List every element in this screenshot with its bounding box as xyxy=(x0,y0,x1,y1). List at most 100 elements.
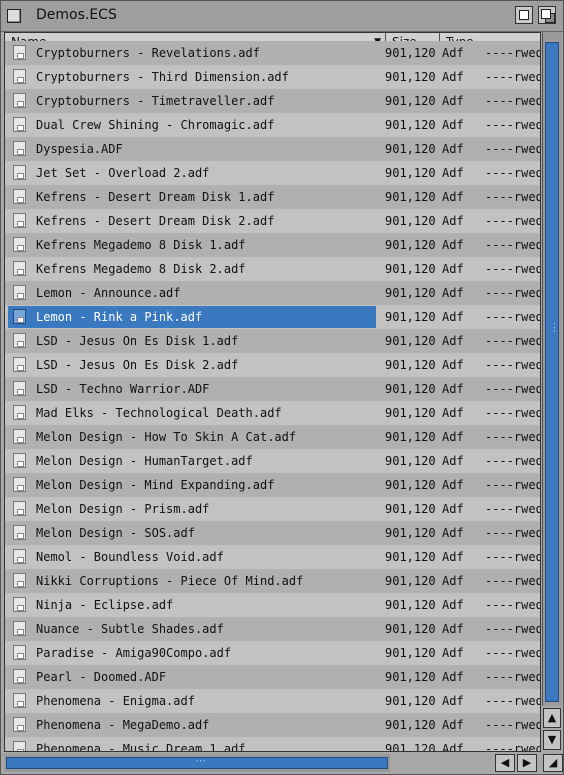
file-name: Dual Crew Shining - Chromagic.adf xyxy=(36,118,275,132)
file-size: 901,120 xyxy=(385,478,436,492)
scroll-up-button[interactable]: ▲ xyxy=(543,708,561,728)
file-protection: ----rwed xyxy=(485,526,541,540)
file-protection: ----rwed xyxy=(485,742,541,752)
file-size: 901,120 xyxy=(385,670,436,684)
file-type: Adf xyxy=(442,430,464,444)
file-size: 901,120 xyxy=(385,46,436,60)
disk-icon xyxy=(13,165,26,180)
file-size: 901,120 xyxy=(385,574,436,588)
file-type: Adf xyxy=(442,118,464,132)
list-item[interactable]: LSD - Techno Warrior.ADF 901,120 Adf ----rw… xyxy=(5,377,540,401)
list-item[interactable]: Dual Crew Shining - Chromagic.adf 901,120… xyxy=(5,113,540,137)
list-item[interactable]: Paradise - Amiga90Compo.adf 901,120 Adf ---… xyxy=(5,641,540,665)
file-size: 901,120 xyxy=(385,694,436,708)
file-type: Adf xyxy=(442,742,464,752)
vertical-scrollbar[interactable] xyxy=(542,32,562,706)
list-item[interactable]: Jet Set - Overload 2.adf 901,120 Adf ----rw… xyxy=(5,161,540,185)
zoom-icon[interactable] xyxy=(515,6,533,24)
resize-gadget[interactable]: ◢ xyxy=(543,754,563,772)
file-list[interactable]: Name ▼ Size Type Cryptoburners - Revelat… xyxy=(4,32,541,752)
file-type: Adf xyxy=(442,358,464,372)
disk-icon xyxy=(13,477,26,492)
file-size: 901,120 xyxy=(385,622,436,636)
list-item[interactable]: LSD - Jesus On Es Disk 2.adf 901,120 Adf --… xyxy=(5,353,540,377)
list-item[interactable]: Ninja - Eclipse.adf 901,120 Adf ----rwed xyxy=(5,593,540,617)
scroll-right-button[interactable]: ▶ xyxy=(517,754,537,772)
disk-icon xyxy=(13,357,26,372)
file-size: 901,120 xyxy=(385,310,436,324)
list-item[interactable]: Lemon - Announce.adf 901,120 Adf ----rwed xyxy=(5,281,540,305)
title-bar[interactable]: Demos.ECS xyxy=(1,1,563,32)
file-size: 901,120 xyxy=(385,334,436,348)
file-name: Nuance - Subtle Shades.adf xyxy=(36,622,224,636)
file-size: 901,120 xyxy=(385,406,436,420)
list-item[interactable]: Lemon - Rink a Pink.adf 901,120 Adf ----rwe… xyxy=(5,305,540,329)
file-name: Ninja - Eclipse.adf xyxy=(36,598,174,612)
file-type: Adf xyxy=(442,454,464,468)
file-size: 901,120 xyxy=(385,742,436,752)
file-protection: ----rwed xyxy=(485,406,541,420)
file-protection: ----rwed xyxy=(485,94,541,108)
list-item[interactable]: Melon Design - Mind Expanding.adf 901,120… xyxy=(5,473,540,497)
list-item[interactable]: Kefrens Megademo 8 Disk 1.adf 901,120 Adf -… xyxy=(5,233,540,257)
file-protection: ----rwed xyxy=(485,142,541,156)
list-item[interactable]: LSD - Jesus On Es Disk 1.adf 901,120 Adf --… xyxy=(5,329,540,353)
list-item[interactable]: Dyspesia.ADF 901,120 Adf ----rwed xyxy=(5,137,540,161)
horizontal-scroll-thumb[interactable] xyxy=(6,754,388,769)
list-item[interactable]: Mad Elks - Technological Death.adf 901,12… xyxy=(5,401,540,425)
file-name: Nemol - Boundless Void.adf xyxy=(36,550,224,564)
depth-icon[interactable] xyxy=(538,6,556,24)
disk-icon xyxy=(13,429,26,444)
file-name: Dyspesia.ADF xyxy=(36,142,123,156)
file-name: Phenomena - MegaDemo.adf xyxy=(36,718,210,732)
list-item[interactable]: Cryptoburners - Third Dimension.adf 901,1… xyxy=(5,65,540,89)
file-name: LSD - Jesus On Es Disk 1.adf xyxy=(36,334,239,348)
file-size: 901,120 xyxy=(385,214,436,228)
file-name: Jet Set - Overload 2.adf xyxy=(36,166,210,180)
horizontal-scrollbar[interactable] xyxy=(4,754,390,772)
close-gadget-icon[interactable] xyxy=(7,9,21,23)
file-name: Phenomena - Enigma.adf xyxy=(36,694,195,708)
resize-icon: ◢ xyxy=(548,756,558,769)
disk-icon xyxy=(13,693,26,708)
list-item[interactable]: Kefrens - Desert Dream Disk 2.adf 901,120… xyxy=(5,209,540,233)
list-item[interactable]: Phenomena - Music Dream 1.adf 901,120 Adf -… xyxy=(5,737,541,752)
vertical-scroll-thumb[interactable] xyxy=(545,42,560,702)
file-type: Adf xyxy=(442,718,464,732)
file-name: LSD - Techno Warrior.ADF xyxy=(36,382,210,396)
disk-icon xyxy=(13,261,26,276)
list-item[interactable]: Nemol - Boundless Void.adf 901,120 Adf ----… xyxy=(5,545,540,569)
file-protection: ----rwed xyxy=(485,190,541,204)
list-item[interactable]: Kefrens Megademo 8 Disk 2.adf 901,120 Adf -… xyxy=(5,257,540,281)
disk-icon xyxy=(13,405,26,420)
disk-icon xyxy=(13,669,26,684)
disk-icon xyxy=(13,285,26,300)
file-name: Phenomena - Music Dream 1.adf xyxy=(36,742,246,752)
file-name: Paradise - Amiga90Compo.adf xyxy=(36,646,232,660)
list-item[interactable]: Cryptoburners - Revelations.adf 901,120 Ad… xyxy=(5,41,540,65)
file-protection: ----rwed xyxy=(485,694,541,708)
list-item[interactable]: Kefrens - Desert Dream Disk 1.adf 901,120… xyxy=(5,185,540,209)
list-item[interactable]: Melon Design - SOS.adf 901,120 Adf ----rwed xyxy=(5,521,540,545)
list-item[interactable]: Cryptoburners - Timetraveller.adf 901,120… xyxy=(5,89,540,113)
disk-icon xyxy=(13,213,26,228)
file-size: 901,120 xyxy=(385,70,436,84)
window-title: Demos.ECS xyxy=(36,7,117,23)
list-item[interactable]: Melon Design - How To Skin A Cat.adf 901,… xyxy=(5,425,540,449)
disk-icon xyxy=(13,645,26,660)
file-type: Adf xyxy=(442,694,464,708)
list-item[interactable]: Melon Design - HumanTarget.adf 901,120 Adf… xyxy=(5,449,540,473)
scroll-down-button[interactable]: ▼ xyxy=(543,730,561,750)
list-item[interactable]: Melon Design - Prism.adf 901,120 Adf ----rw… xyxy=(5,497,540,521)
list-item[interactable]: Nuance - Subtle Shades.adf 901,120 Adf ----… xyxy=(5,617,540,641)
scroll-left-button[interactable]: ◀ xyxy=(495,754,515,772)
file-size: 901,120 xyxy=(385,190,436,204)
file-type: Adf xyxy=(442,214,464,228)
file-size: 901,120 xyxy=(385,238,436,252)
file-type: Adf xyxy=(442,406,464,420)
list-item[interactable]: Pearl - Doomed.ADF 901,120 Adf ----rwed xyxy=(5,665,540,689)
list-item[interactable]: Phenomena - Enigma.adf 901,120 Adf ----rwed xyxy=(5,689,540,713)
disk-icon xyxy=(13,309,26,324)
list-item[interactable]: Phenomena - MegaDemo.adf 901,120 Adf ----rw… xyxy=(5,713,540,737)
list-item[interactable]: Nikki Corruptions - Piece Of Mind.adf 901… xyxy=(5,569,540,593)
